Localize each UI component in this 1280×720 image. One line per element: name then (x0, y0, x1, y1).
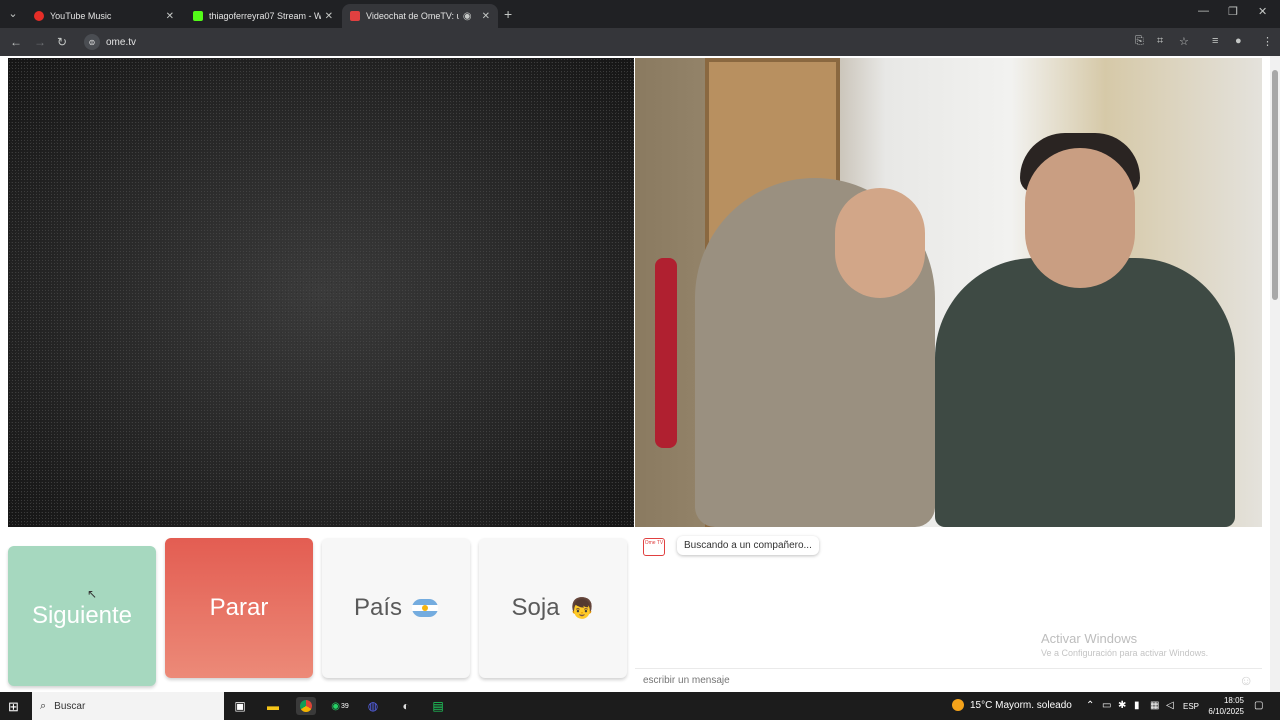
file-explorer-icon[interactable]: ▬ (263, 697, 283, 715)
local-webcam-video (635, 58, 1262, 527)
red-thermos (655, 258, 677, 448)
person-head (835, 188, 925, 298)
next-button-label: Siguiente (31, 602, 133, 629)
search-placeholder: Buscar (54, 700, 86, 712)
network-icon[interactable]: ▦ (1150, 700, 1159, 711)
static-noise (8, 58, 634, 527)
tray-chevron-icon[interactable]: ⌃ (1086, 700, 1094, 711)
country-button-label: País (353, 594, 403, 621)
person-in-green-shirt (935, 258, 1235, 527)
tab-strip: ⌄ YouTube Music ✕ thiagoferreyra07 Strea… (0, 0, 1280, 28)
scrollbar-thumb[interactable] (1272, 70, 1278, 300)
close-window-icon[interactable]: ✕ (1258, 5, 1267, 18)
boy-emoji-icon: 👦 (569, 597, 595, 620)
kick-favicon-icon (193, 11, 203, 21)
weather-widget[interactable]: 15°C Mayorm. soleado (952, 699, 1072, 711)
tab-search-chevron-icon[interactable]: ⌄ (4, 5, 22, 23)
chat-status-message: Buscando a un compañero... (677, 536, 819, 555)
volume-icon[interactable]: ◁ (1166, 700, 1174, 711)
url-text: ome.tv (106, 36, 137, 48)
page-scrollbar[interactable] (1270, 56, 1280, 692)
tab-youtube-music[interactable]: YouTube Music ✕ (26, 4, 182, 28)
ometv-page: Siguiente Parar País Soja 👦 ↖ Ome TV Bus… (0, 56, 1270, 692)
windows-start-icon[interactable]: ⊞ (8, 699, 19, 715)
discord-icon[interactable]: ◍ (363, 697, 383, 715)
language-indicator[interactable]: ESP (1183, 702, 1199, 711)
app-icon[interactable]: ▤ (428, 697, 448, 715)
microphone-icon[interactable]: ▮ (1134, 700, 1140, 711)
taskbar-search-box[interactable]: ⌕ Buscar (32, 692, 224, 720)
youtube-music-favicon-icon (34, 11, 44, 21)
new-tab-button[interactable]: + (504, 6, 512, 22)
back-icon[interactable]: ← (10, 35, 22, 49)
tab-title: thiagoferreyra07 Stream - Watc (209, 11, 321, 21)
search-icon: ⌕ (40, 699, 47, 712)
bluetooth-icon[interactable]: ✱ (1118, 700, 1126, 711)
tab-close-icon[interactable]: ✕ (325, 11, 333, 22)
sun-icon (952, 699, 964, 711)
stop-button[interactable]: Parar (165, 538, 313, 678)
cast-icon[interactable]: ⎘ (1135, 35, 1144, 48)
ometv-favicon-icon (350, 11, 360, 21)
emoji-picker-icon[interactable]: ☺ (1239, 672, 1253, 688)
gender-button-label: Soja (511, 594, 560, 621)
mouse-cursor-icon: ↖ (87, 587, 98, 601)
person-head (1025, 148, 1135, 288)
task-view-icon[interactable]: ▣ (230, 697, 250, 715)
clock-time: 18:05 (1223, 696, 1244, 705)
menu-kebab-icon[interactable]: ⋮ (1262, 35, 1273, 48)
minimize-icon[interactable]: — (1198, 5, 1209, 17)
translate-icon[interactable]: ⌗ (1157, 35, 1163, 48)
gender-button[interactable]: Soja 👦 (479, 538, 627, 678)
tab-kick-stream[interactable]: thiagoferreyra07 Stream - Watc ✕ (185, 4, 341, 28)
recording-indicator-icon: ◉ (462, 10, 472, 22)
bookmark-star-icon[interactable]: ☆ (1179, 35, 1189, 48)
reload-icon[interactable]: ↻ (57, 35, 67, 49)
argentina-flag-icon (412, 599, 439, 617)
chat-message-input[interactable] (635, 668, 1262, 692)
browser-toolbar: ← → ↻ ⊜ ome.tv ⎘ ⌗ ☆ ≡ ● ⋮ (0, 28, 1280, 56)
whatsapp-badge: 39 (340, 702, 349, 710)
chrome-icon[interactable] (296, 697, 316, 715)
windows-activation-title: Activar Windows (1041, 631, 1138, 646)
github-icon[interactable]: ◐ (396, 697, 416, 715)
tab-close-icon[interactable]: ✕ (482, 11, 490, 22)
forward-icon[interactable]: → (34, 35, 46, 49)
maximize-icon[interactable]: ❐ (1228, 5, 1238, 18)
tab-title: Videochat de OmeTV: una (366, 11, 459, 21)
clock-date: 6/10/2025 (1208, 707, 1244, 716)
notification-icon[interactable]: ▢ (1254, 700, 1263, 711)
partner-video-static (8, 58, 634, 527)
next-button[interactable]: Siguiente (8, 546, 156, 686)
reading-list-icon[interactable]: ≡ (1212, 35, 1218, 47)
windows-activation-subtitle: Ve a Configuración para activar Windows. (1041, 648, 1209, 658)
chat-panel: Ome TV Buscando a un compañero... Activa… (635, 528, 1262, 692)
ometv-logo-icon: Ome TV (643, 538, 665, 556)
stop-button-label: Parar (209, 594, 269, 621)
country-button[interactable]: País (322, 538, 470, 678)
site-info-icon[interactable]: ⊜ (84, 34, 100, 50)
clock[interactable]: 18:05 6/10/2025 (1200, 695, 1244, 717)
windows-taskbar: ⊞ ⌕ Buscar ▣ ▬ ◉ 39 ◍ ◐ ▤ 15°C Mayorm. so… (0, 692, 1280, 720)
tab-title: YouTube Music (50, 11, 112, 21)
address-bar[interactable]: ⊜ ome.tv (80, 31, 1120, 53)
weather-text: 15°C Mayorm. soleado (970, 699, 1072, 711)
profile-avatar-icon[interactable]: ● (1235, 35, 1242, 47)
whatsapp-icon[interactable]: ◉ 39 (330, 697, 350, 715)
tab-close-icon[interactable]: ✕ (166, 11, 174, 22)
tray-app-icon[interactable]: ▭ (1102, 700, 1111, 711)
tab-ometv[interactable]: Videochat de OmeTV: una ◉ ✕ (342, 4, 498, 28)
